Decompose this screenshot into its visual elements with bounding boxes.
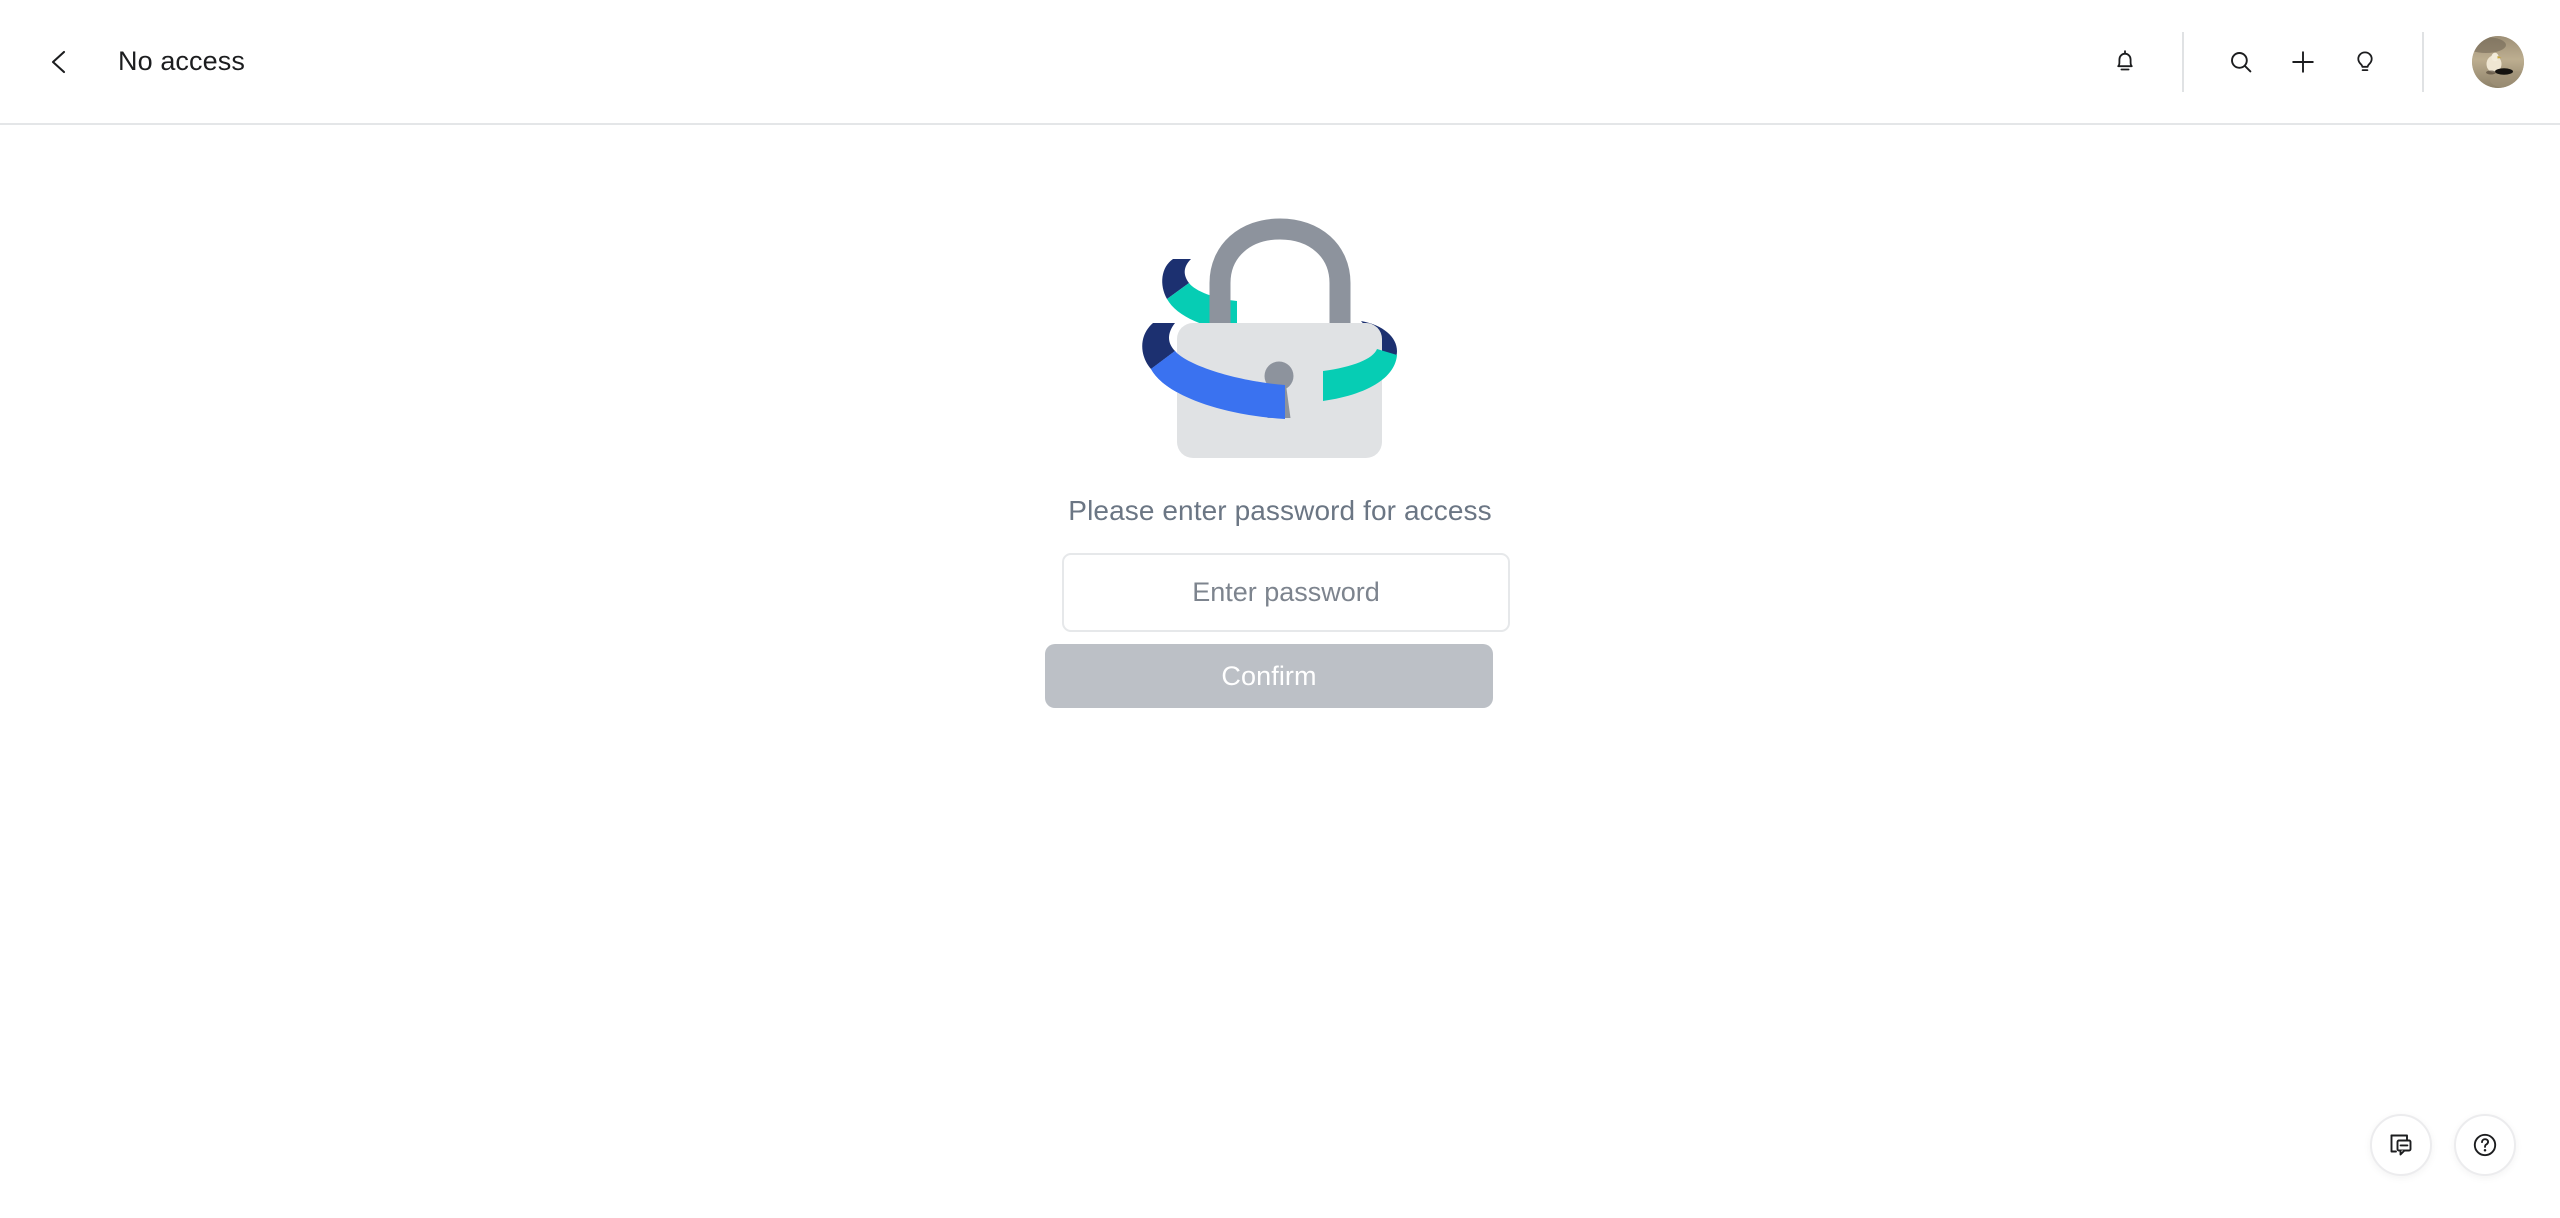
plus-icon (2288, 47, 2318, 77)
access-prompt-text: Please enter password for access (1068, 495, 1492, 526)
page-title: No access (118, 46, 245, 76)
header-left-group: No access (0, 40, 245, 84)
help-button[interactable] (2454, 1114, 2516, 1176)
no-access-panel: Please enter password for access Confirm (0, 213, 2560, 708)
confirm-button[interactable]: Confirm (1045, 644, 1493, 708)
back-button[interactable] (38, 40, 82, 84)
question-circle-icon (2471, 1131, 2499, 1159)
header-divider-1 (2182, 31, 2184, 92)
bell-icon (2110, 47, 2140, 77)
app-header: No access (0, 0, 2560, 125)
create-button[interactable] (2272, 31, 2334, 93)
chevron-left-icon (47, 49, 73, 75)
password-input[interactable] (1062, 553, 1510, 632)
search-icon (2226, 47, 2256, 77)
user-avatar[interactable] (2472, 35, 2524, 88)
comment-box-icon (2387, 1131, 2415, 1159)
main-content: Please enter password for access Confirm (0, 125, 2560, 1216)
floating-action-group (2370, 1114, 2516, 1176)
password-form: Confirm (1045, 553, 1515, 708)
search-button[interactable] (2210, 31, 2272, 93)
feedback-button[interactable] (2370, 1114, 2432, 1176)
notifications-button[interactable] (2094, 31, 2156, 93)
header-actions (2094, 0, 2560, 123)
lightbulb-icon (2350, 47, 2380, 77)
tips-button[interactable] (2334, 31, 2396, 93)
header-divider-2 (2422, 31, 2424, 92)
locked-padlock-illustration (1115, 213, 1445, 483)
